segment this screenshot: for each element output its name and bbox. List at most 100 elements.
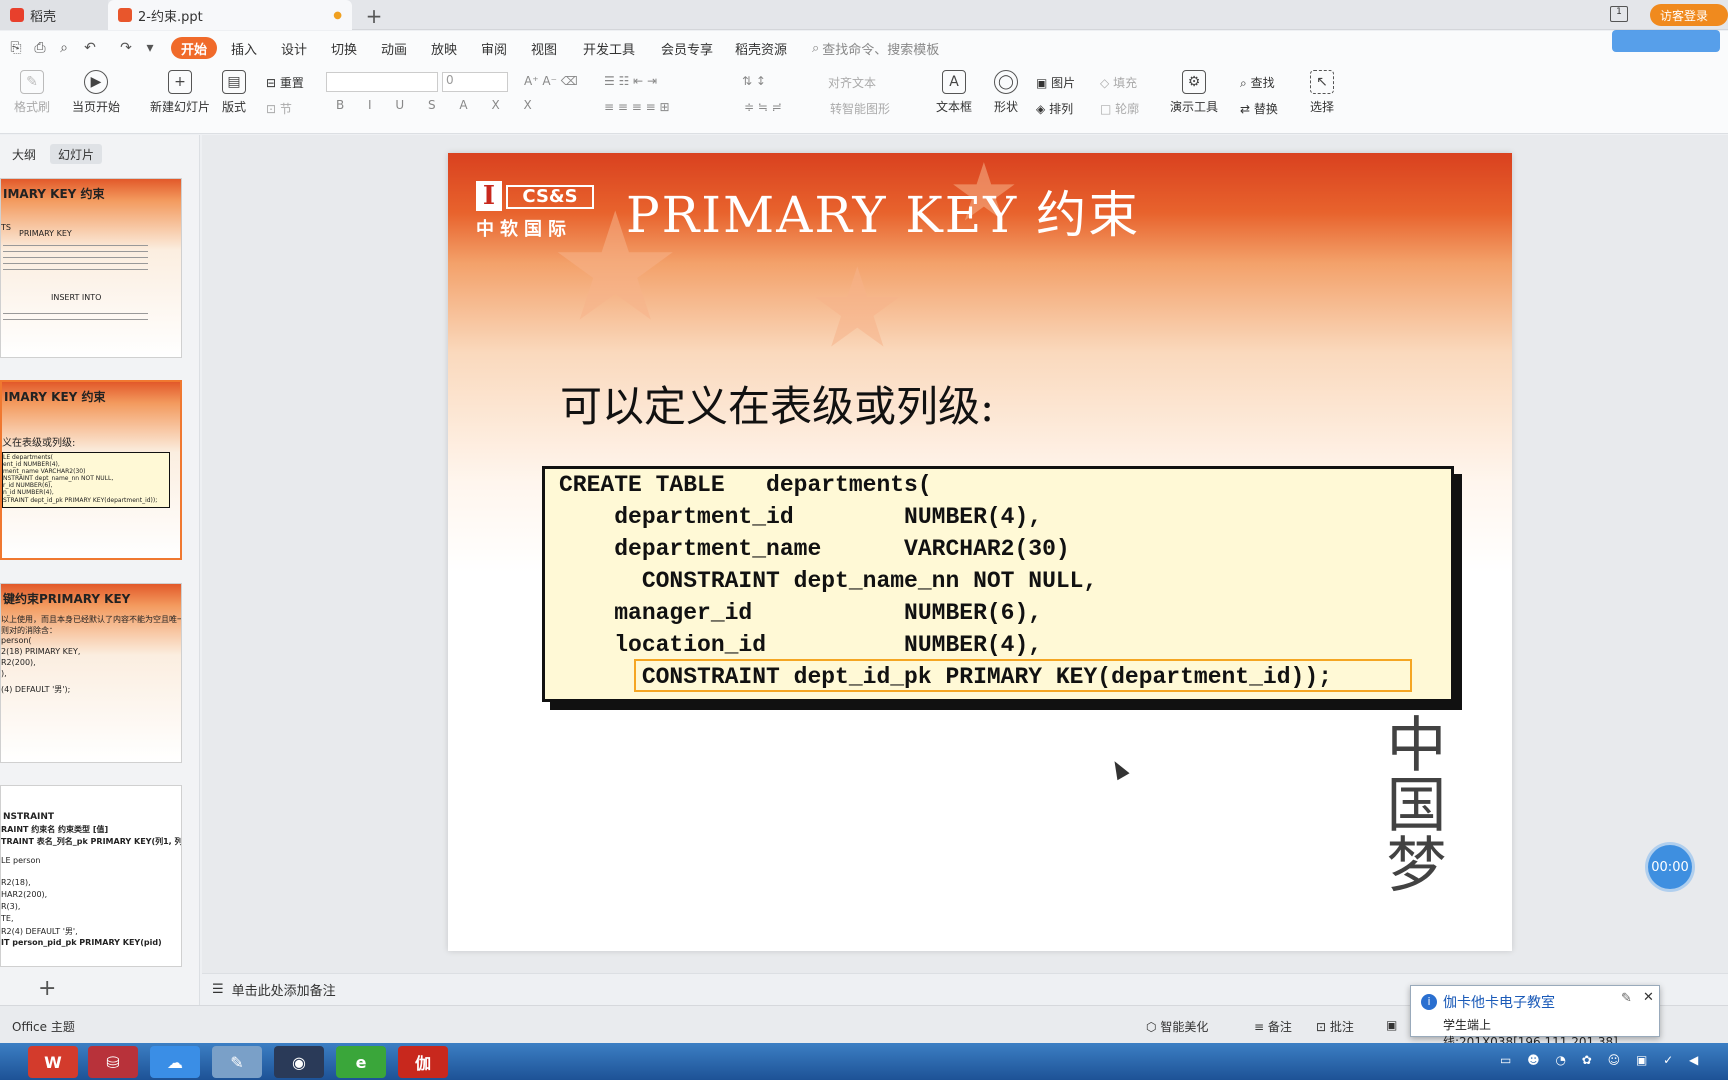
- menu-transition[interactable]: 切换: [331, 37, 357, 59]
- system-tray[interactable]: ▭ ☻ ◔ ✿ ☺ ▣ ✓ ◀: [1500, 1053, 1720, 1071]
- text-format-buttons[interactable]: B I U S A X X: [336, 98, 542, 112]
- calligraphy-text: 中国梦: [1376, 713, 1446, 893]
- list-buttons[interactable]: ☰ ☷ ⇤ ⇥: [604, 74, 657, 88]
- search-icon: ⌕: [812, 40, 820, 56]
- thumbnail-text: ),: [1, 669, 7, 678]
- replace-button[interactable]: ⇄ 替换: [1240, 100, 1278, 117]
- search-placeholder: 查找命令、搜索模板: [822, 42, 940, 58]
- menu-view[interactable]: 视图: [531, 37, 557, 59]
- notes-toggle-button[interactable]: ≡ 备注: [1254, 1018, 1292, 1035]
- normal-view-icon[interactable]: ▣: [1386, 1018, 1397, 1032]
- comment-button[interactable]: ⊡ 批注: [1316, 1018, 1354, 1035]
- add-slide-button[interactable]: +: [38, 976, 56, 1001]
- guest-login-button[interactable]: 访客登录: [1650, 4, 1728, 26]
- thumbnail-title: 键约束PRIMARY KEY: [3, 592, 131, 606]
- thumbnail-text: (4) DEFAULT '男');: [1, 685, 71, 694]
- slide-title: PRIMARY KEY 约束: [626, 186, 1141, 244]
- print-preview-icon[interactable]: ⌕: [56, 40, 72, 56]
- section-button[interactable]: ⊡ 节: [266, 100, 292, 117]
- picture-button[interactable]: ▣ 图片: [1036, 74, 1075, 91]
- tab-ppt-file[interactable]: 2-约束.ppt ●: [108, 0, 352, 30]
- font-size-select[interactable]: 0: [442, 72, 508, 92]
- text-direction-buttons[interactable]: ⇅ ↕: [742, 74, 766, 88]
- slide-thumbnail[interactable]: NSTRAINT RAINT 约束名 约束类型 [值] TRAINT 表名_列名…: [0, 785, 182, 967]
- slide-thumbnail[interactable]: 键约束PRIMARY KEY 以上使用，而且本身已经默认了内容不能为空且唯一，主…: [0, 583, 182, 763]
- menu-label: 插入: [231, 42, 258, 58]
- menu-animation[interactable]: 动画: [381, 37, 407, 59]
- cloud-taskbar-icon[interactable]: ☁: [150, 1046, 200, 1078]
- menu-home[interactable]: 开始: [171, 37, 218, 59]
- reset-button[interactable]: ⊟ 重置: [266, 74, 304, 91]
- classroom-taskbar-icon[interactable]: 伽: [398, 1046, 448, 1078]
- cloud-sync-widget[interactable]: [1612, 30, 1720, 52]
- menu-member[interactable]: 会员专享: [661, 37, 713, 59]
- comment-icon: ⊡: [1316, 1020, 1327, 1034]
- tab-bar: 稻壳 2-约束.ppt ● + 1 访客登录: [0, 0, 1728, 30]
- menu-label: 设计: [281, 42, 308, 58]
- new-slide-button[interactable]: + 新建幻灯片: [150, 70, 210, 115]
- new-tab-button[interactable]: +: [362, 4, 386, 28]
- button-label: 节: [279, 102, 292, 116]
- pin-icon[interactable]: ✎: [1621, 991, 1632, 1006]
- command-search[interactable]: ⌕ 查找命令、搜索模板: [812, 37, 939, 59]
- arrange-button[interactable]: ◈ 排列: [1036, 100, 1073, 117]
- presentation-tools-button[interactable]: ⚙ 演示工具: [1170, 70, 1218, 115]
- menu-design[interactable]: 设计: [281, 37, 307, 59]
- outline-button[interactable]: □ 轮廓: [1100, 100, 1139, 117]
- print-icon[interactable]: ⎙: [32, 40, 48, 56]
- play-from-current-button[interactable]: ▶ 当页开始: [72, 70, 120, 115]
- button-label: 替换: [1253, 102, 1278, 116]
- menu-daoke-resources[interactable]: 稻壳资源: [735, 37, 787, 59]
- browser-taskbar-icon[interactable]: e: [336, 1046, 386, 1078]
- smart-beautify-button[interactable]: ⬡ 智能美化: [1146, 1018, 1208, 1035]
- close-icon[interactable]: ✕: [1643, 990, 1654, 1005]
- tab-outline[interactable]: 大纲: [4, 144, 44, 164]
- line-spacing-buttons[interactable]: ≑ ≒ ≓: [744, 100, 782, 114]
- menu-insert[interactable]: 插入: [231, 37, 257, 59]
- menu-developer[interactable]: 开发工具: [583, 37, 635, 59]
- tab-slides[interactable]: 幻灯片: [50, 144, 103, 164]
- increase-font-icon[interactable]: A⁺ A⁻ ⌫: [524, 74, 578, 88]
- notepad-taskbar-icon[interactable]: ✎: [212, 1046, 262, 1078]
- thumbnail-code-box: LE departments( ent_id NUMBER(4), ment_n…: [2, 452, 170, 508]
- classroom-notification[interactable]: i 伽卡他卡电子教室 ✎ ✕ 学生端上线:201X038[196.111.201…: [1410, 985, 1660, 1049]
- format-painter-button[interactable]: ✎ 格式刷: [14, 70, 50, 115]
- tab-daoke[interactable]: 稻壳: [0, 0, 108, 30]
- menu-slideshow[interactable]: 放映: [431, 37, 457, 59]
- current-slide[interactable]: ★ ★ ★ I CS&S 中软国际 PRIMARY KEY 约束 可以定义在表级…: [448, 153, 1512, 951]
- button-label: 演示工具: [1170, 100, 1219, 114]
- selected-constraint-highlight[interactable]: [634, 659, 1412, 692]
- customize-dropdown-icon[interactable]: ▾: [142, 40, 158, 56]
- menu-review[interactable]: 审阅: [481, 37, 507, 59]
- database-taskbar-icon[interactable]: ⛁: [88, 1046, 138, 1078]
- layout-button[interactable]: ▤ 版式: [222, 70, 246, 115]
- redo-icon[interactable]: ↷: [118, 40, 134, 56]
- smart-shape-button[interactable]: 转智能图形: [830, 100, 890, 117]
- play-icon: ▶: [84, 70, 108, 94]
- thumbnail-text: R2(200),: [1, 658, 36, 667]
- theme-label[interactable]: Office 主题: [12, 1018, 75, 1035]
- slide-thumbnail-current[interactable]: IMARY KEY 约束 义在表级或列级: LE departments( en…: [0, 380, 182, 560]
- align-text-button[interactable]: 对齐文本: [828, 74, 876, 91]
- slide-thumbnail[interactable]: IMARY KEY 约束 TS PRIMARY KEY INSERT INTO: [0, 178, 182, 358]
- tab-label: 大纲: [12, 147, 37, 162]
- recording-timer[interactable]: 00:00: [1648, 845, 1692, 889]
- shape-button[interactable]: ◯ 形状: [994, 70, 1018, 115]
- thumbnail-text: TE,: [1, 914, 14, 923]
- button-label: 智能美化: [1160, 1020, 1209, 1034]
- undo-icon[interactable]: ↶: [82, 40, 98, 56]
- paragraph-align-buttons[interactable]: ≡ ≡ ≡ ≡ ⊞: [604, 100, 670, 114]
- ppt-icon: [118, 8, 132, 22]
- wps-taskbar-icon[interactable]: W: [28, 1046, 78, 1078]
- tab-label: 2-约束.ppt: [138, 9, 203, 25]
- menu-label: 放映: [431, 42, 458, 58]
- thumbnail-text: LE person: [1, 856, 41, 865]
- file-menu-icon[interactable]: ⎘: [8, 40, 24, 56]
- textbox-button[interactable]: A 文本框: [936, 70, 972, 115]
- app-taskbar-icon[interactable]: ◉: [274, 1046, 324, 1078]
- fill-button[interactable]: ◇ 填充: [1100, 74, 1137, 91]
- window-count-icon[interactable]: 1: [1610, 6, 1628, 22]
- select-button[interactable]: ↖ 选择: [1310, 70, 1334, 115]
- font-name-select[interactable]: [326, 72, 438, 92]
- find-button[interactable]: ⌕ 查找: [1240, 74, 1275, 91]
